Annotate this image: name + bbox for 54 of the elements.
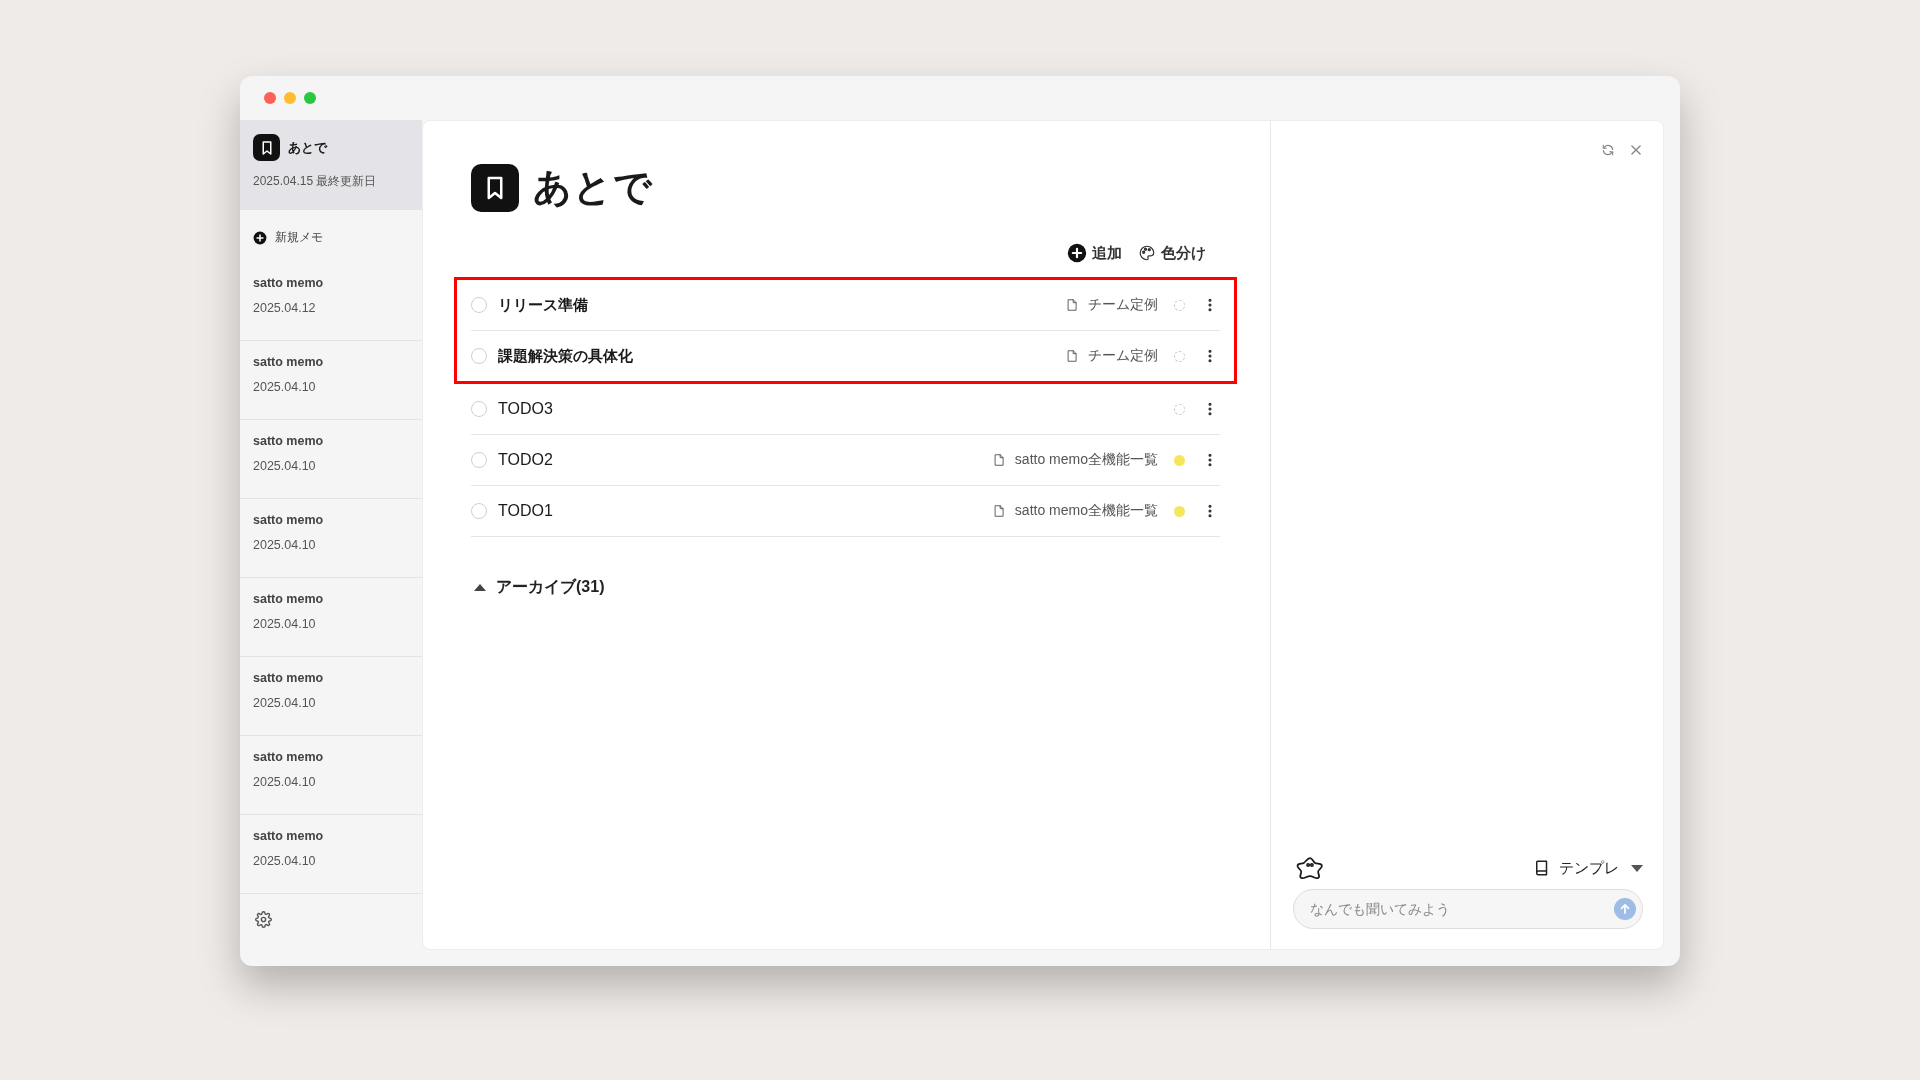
new-memo-button[interactable]: 新規メモ (253, 229, 323, 246)
source-memo-link[interactable]: チーム定例 (1065, 347, 1158, 365)
color-dot[interactable] (1174, 454, 1185, 466)
caret-up-icon (474, 584, 486, 591)
document-icon (1065, 297, 1079, 313)
close-icon[interactable] (1629, 143, 1643, 157)
zoom-window-button[interactable] (304, 92, 316, 104)
memo-date: 2025.04.10 (253, 696, 316, 710)
memo-date: 2025.04.10 (253, 775, 316, 789)
template-dropdown[interactable]: テンプレ (1533, 858, 1643, 878)
plus-circle-icon (253, 230, 267, 245)
todo-text: TODO2 (498, 451, 554, 469)
color-dot[interactable] (1174, 505, 1185, 517)
todo-text: TODO1 (498, 502, 554, 520)
memo-date: 2025.04.15 最終更新日 (253, 173, 377, 190)
source-memo-link[interactable]: satto memo全機能一覧 (991, 502, 1158, 520)
send-button[interactable] (1614, 898, 1636, 920)
memo-title: satto memo (253, 829, 324, 843)
memo-date: 2025.04.10 (253, 380, 316, 394)
memo-date: 2025.04.10 (253, 538, 316, 552)
source-memo-link[interactable]: satto memo全機能一覧 (991, 451, 1158, 469)
memo-title: satto memo (253, 750, 324, 764)
chat-input-field[interactable]: なんでも聞いてみよう (1308, 900, 1614, 918)
page-title: あとで (533, 165, 653, 210)
memo-title: あとで (288, 138, 327, 157)
todo-text: リリース準備 (498, 295, 589, 315)
memo-date: 2025.04.10 (253, 459, 316, 473)
memo-title: satto memo (253, 434, 324, 448)
bookmark-icon (471, 163, 519, 212)
archive-toggle[interactable]: アーカイブ(31) (471, 577, 605, 598)
chat-input-box[interactable]: なんでも聞いてみよう (1293, 889, 1643, 929)
add-button[interactable]: 追加 (1067, 243, 1122, 263)
memo-date: 2025.04.10 (253, 617, 316, 631)
close-window-button[interactable] (264, 92, 276, 104)
plus-circle-icon (1067, 243, 1087, 263)
memo-title: satto memo (253, 355, 324, 369)
document-icon (1065, 348, 1079, 364)
arrow-up-icon (1618, 902, 1632, 916)
source-memo-link[interactable]: チーム定例 (1065, 296, 1158, 314)
settings-icon[interactable] (255, 911, 272, 928)
memo-date: 2025.04.10 (253, 854, 316, 868)
minimize-window-button[interactable] (284, 92, 296, 104)
todo-text: TODO3 (498, 400, 554, 418)
memo-title: satto memo (253, 592, 324, 606)
memo-title: satto memo (253, 671, 324, 685)
color-coding-button[interactable]: 色分け (1138, 243, 1206, 263)
memo-date: 2025.04.12 (253, 301, 316, 315)
memo-list-item[interactable]: あとで 2025.04.15 最終更新日 (240, 120, 422, 210)
todo-text: 課題解決策の具体化 (498, 346, 634, 366)
memo-title: satto memo (253, 513, 324, 527)
palette-icon (1138, 244, 1156, 262)
refresh-icon[interactable] (1601, 143, 1615, 157)
memo-title: satto memo (253, 276, 324, 290)
bookmark-icon (253, 134, 280, 161)
